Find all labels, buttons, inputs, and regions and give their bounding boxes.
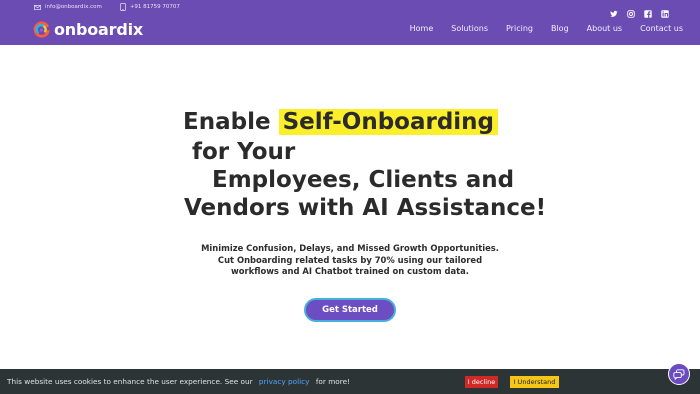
- hero-line-4: Vendors with AI Assistance!: [184, 195, 547, 221]
- hero-subtext: Minimize Confusion, Delays, and Missed G…: [0, 243, 700, 278]
- cookie-message: This website uses cookies to enhance the…: [7, 377, 350, 386]
- get-started-button[interactable]: Get Started: [304, 298, 396, 322]
- hero-line-1-prefix: Enable: [183, 109, 271, 135]
- hero-highlight: Self-Onboarding: [278, 109, 499, 135]
- chat-icon: [673, 368, 685, 380]
- nav-contact-us[interactable]: Contact us: [640, 24, 683, 33]
- hero-sub-line-3: workflows and AI Chatbot trained on cust…: [231, 266, 469, 276]
- hero-sub-line-1: Minimize Confusion, Delays, and Missed G…: [201, 243, 499, 253]
- hero-line-1: Enable Self-Onboarding: [183, 108, 499, 137]
- logo-mark-icon: [33, 21, 50, 38]
- linkedin-icon[interactable]: [661, 3, 669, 18]
- nav-home[interactable]: Home: [410, 24, 434, 33]
- cookie-banner: This website uses cookies to enhance the…: [0, 369, 700, 394]
- nav-solutions[interactable]: Solutions: [451, 24, 488, 33]
- topbar-email-link[interactable]: info@onboardix.com: [34, 4, 102, 10]
- topbar-phone-link[interactable]: +91 81759 70707: [120, 3, 180, 11]
- nav-about-us[interactable]: About us: [587, 24, 622, 33]
- hero-line-3: Employees, Clients and: [212, 167, 515, 193]
- cookie-decline-button[interactable]: I decline: [465, 376, 498, 388]
- twitter-icon[interactable]: [610, 3, 618, 17]
- facebook-icon[interactable]: [644, 3, 652, 18]
- topbar-email: info@onboardix.com: [45, 4, 102, 10]
- topbar-phone: +91 81759 70707: [129, 4, 180, 10]
- cookie-text-before: This website uses cookies to enhance the…: [7, 377, 253, 386]
- nav-blog[interactable]: Blog: [551, 24, 569, 33]
- site-header: info@onboardix.com +91 81759 70707 onboa…: [0, 0, 700, 45]
- hero-sub-line-2: Cut Onboarding related tasks by 70% usin…: [217, 254, 483, 265]
- cookie-accept-button[interactable]: I Understand: [510, 376, 559, 388]
- hero-line-2: for Your: [192, 139, 296, 165]
- phone-icon: [120, 3, 126, 11]
- nav-pricing[interactable]: Pricing: [506, 24, 533, 33]
- brand-logo[interactable]: onboardix: [32, 20, 143, 39]
- brand-name: onboardix: [54, 20, 143, 39]
- mail-icon: [34, 4, 41, 10]
- main-nav: Home Solutions Pricing Blog About us Con…: [401, 24, 692, 33]
- cookie-text-after: for more!: [315, 377, 351, 386]
- topbar: info@onboardix.com +91 81759 70707: [34, 3, 180, 11]
- instagram-icon[interactable]: [627, 3, 635, 18]
- privacy-policy-link[interactable]: privacy policy: [259, 377, 310, 386]
- chat-widget-button[interactable]: [668, 363, 690, 385]
- social-links: [610, 3, 669, 18]
